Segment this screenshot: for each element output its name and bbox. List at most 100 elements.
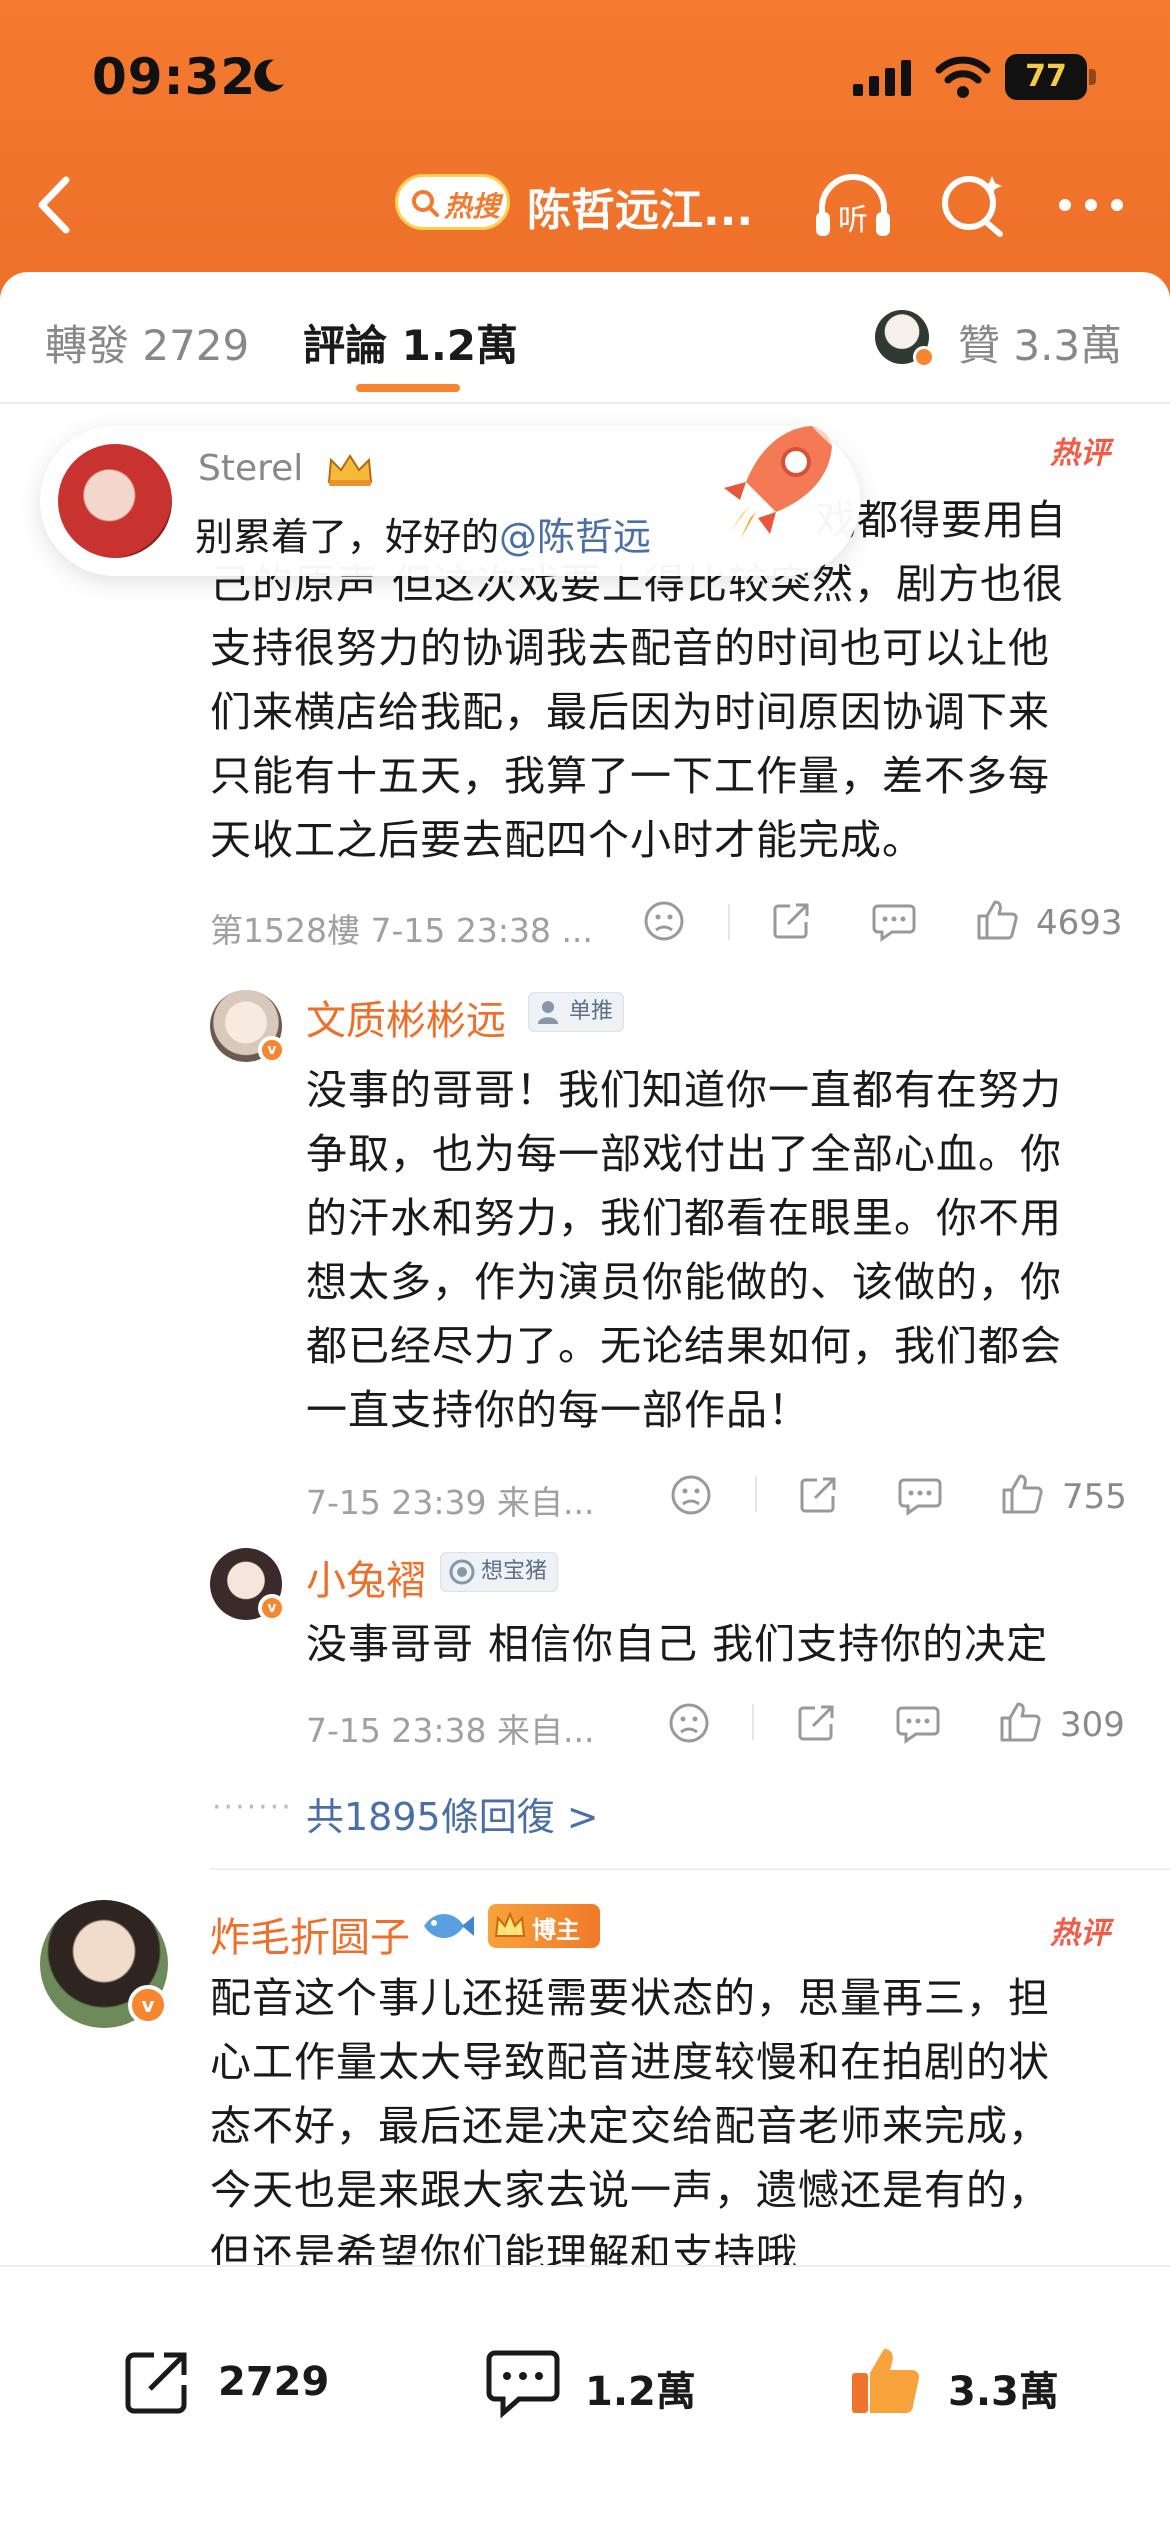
headphones-icon[interactable]: 听 (812, 168, 894, 244)
liker-avatar[interactable] (875, 310, 935, 368)
repost-button[interactable]: 2729 (120, 2347, 350, 2417)
comment-icon[interactable] (898, 1476, 942, 1516)
wifi-icon (935, 56, 991, 98)
top-header: 09:32 77 热搜 陈哲远江... 听 (0, 0, 1170, 300)
fan-tag-chip[interactable]: 单推 (528, 992, 625, 1032)
reply-meta: 7-15 23:39 来自... (306, 1483, 595, 1522)
like-count: 3.3萬 (948, 2369, 1059, 2415)
repost-count: 2729 (218, 2359, 330, 2405)
search-icon[interactable] (938, 170, 1008, 240)
back-arrow-icon[interactable] (32, 172, 82, 238)
verified-badge-icon: v (258, 1594, 286, 1622)
dislike-face-icon[interactable] (670, 1474, 712, 1516)
rocket-icon (724, 426, 832, 540)
comment-text-line: 天收工之后要去配四个小时才能完成。 (210, 816, 924, 864)
popup-username-text: Sterel (198, 448, 304, 489)
search-icon (412, 190, 439, 217)
hot-comment-tag: 热评 (1050, 1916, 1110, 1951)
fan-tag-chip[interactable]: 想宝猪 (440, 1552, 559, 1592)
battery-level: 77 (1005, 54, 1087, 100)
thumbs-up-icon[interactable] (998, 1700, 1042, 1744)
comment-icon[interactable] (896, 1704, 940, 1744)
view-all-replies-link[interactable]: 共1895條回復 > (306, 1786, 599, 1841)
battery-nub (1089, 69, 1096, 85)
share-icon[interactable] (795, 1702, 837, 1744)
dislike-face-icon[interactable] (668, 1702, 710, 1744)
avatar (58, 444, 172, 558)
comment-count: 1.2萬 (585, 2369, 696, 2415)
reply-text-line: 没事哥哥 相信你自己 我们支持你的决定 (306, 1620, 1049, 1668)
verified-badge-icon: v (258, 1036, 286, 1064)
fan-tag-label: 想宝猪 (481, 1559, 548, 1584)
verified-badge-icon: v (128, 1985, 168, 2025)
hot-comment-tag: 热评 (1050, 436, 1110, 471)
fish-icon (424, 1914, 474, 1938)
bottom-action-bar: 2729 1.2萬 3.3萬 (0, 2265, 1170, 2532)
thumbs-up-icon (852, 2349, 920, 2413)
comment-username[interactable]: 炸毛折圆子 (210, 1905, 410, 1963)
reply-thread-dots: ······· (212, 1790, 293, 1825)
badge-icon (449, 1559, 475, 1585)
popup-text: 别累着了，好好的@陈哲远 (195, 506, 651, 561)
comment-tabs: 轉發 2729 評論 1.2萬 贊 3.3萬 (0, 272, 1170, 404)
reply-meta: 7-15 23:38 来自... (306, 1711, 595, 1750)
blogger-badge-label: 博主 (532, 1916, 580, 1944)
hot-search-label: 热搜 (444, 190, 501, 223)
battery-indicator: 77 (1005, 54, 1097, 100)
popup-message: 别累着了，好好的 (195, 515, 500, 559)
like-count: 4693 (1036, 903, 1123, 943)
tab-comments[interactable]: 評論 1.2萬 (303, 312, 518, 373)
fan-tag-label: 单推 (569, 999, 614, 1024)
comment-icon (486, 2350, 560, 2419)
share-icon[interactable] (797, 1474, 839, 1516)
share-icon (125, 2352, 187, 2414)
tab-repost[interactable]: 轉發 2729 (45, 312, 249, 373)
cellular-signal-icon (853, 60, 911, 96)
like-button[interactable]: 3.3萬 (848, 2347, 1088, 2417)
mention-link[interactable]: @陈哲远 (499, 515, 651, 559)
comment-icon[interactable] (872, 902, 916, 942)
verified-badge-icon (913, 346, 935, 368)
listen-label: 听 (838, 203, 868, 238)
crown-badge-icon (327, 454, 372, 486)
crown-icon (494, 1911, 526, 1937)
reply-text-line: 的汗水和努力，我们都看在眼里。你不用 (306, 1194, 1062, 1242)
reply-text-line: 都已经尽力了。无论结果如何，我们都会 (306, 1322, 1062, 1370)
more-options-icon[interactable] (1058, 198, 1124, 212)
reply-text-line: 没事的哥哥！我们知道你一直都有在努力 (306, 1066, 1062, 1114)
comment-text-line: 支持很努力的协调我去配音的时间也可以让他 (210, 624, 1050, 672)
reply-text-line: 想太多，作为演员你能做的、该做的，你 (306, 1258, 1062, 1306)
blogger-badge: 博主 (488, 1904, 600, 1948)
active-tab-indicator (356, 384, 460, 392)
comment-text-line: 们来横店给我配，最后因为时间原因协调下来 (210, 688, 1050, 736)
hot-search-badge[interactable]: 热搜 (395, 174, 510, 230)
comment-text-line: 心工作量太大导致配音进度较慢和在拍剧的状 (210, 2038, 1050, 2086)
reply-text-line: 争取，也为每一部戏付出了全部心血。你 (306, 1130, 1062, 1178)
reply-text-line: 一直支持你的每一部作品！ (306, 1386, 810, 1434)
comment-text-line: 态不好，最后还是决定交给配音老师来完成， (210, 2102, 1050, 2150)
nav-row: 热搜 陈哲远江... 听 (0, 160, 1170, 250)
divider (752, 1704, 754, 1740)
thumbs-up-icon[interactable] (975, 898, 1019, 942)
person-icon (538, 1001, 558, 1024)
comment-text-line: 今天也是来跟大家去说一声，遗憾还是有的， (210, 2166, 1050, 2214)
status-time: 09:32 (92, 48, 257, 106)
like-count: 755 (1062, 1477, 1127, 1517)
thumbs-up-icon[interactable] (1000, 1472, 1044, 1516)
comment-text-line: 配音这个事儿还挺需要状态的，思量再三，担 (210, 1974, 1050, 2022)
popup-username: Sterel (198, 448, 377, 490)
dislike-face-icon[interactable] (643, 900, 685, 942)
tab-likes[interactable]: 贊 3.3萬 (958, 312, 1122, 373)
status-bar: 09:32 77 (0, 0, 1170, 150)
share-icon[interactable] (770, 900, 812, 942)
comment-divider (210, 1868, 1170, 1870)
comment-text-line: 只能有十五天，我算了一下工作量，差不多每 (210, 752, 1050, 800)
comment-button[interactable]: 1.2萬 (485, 2347, 715, 2419)
reply-username[interactable]: 小兔褶 (306, 1548, 426, 1606)
comment-meta: 第1528樓 7-15 23:38 ... (210, 911, 593, 950)
reply-username[interactable]: 文质彬彬远 (306, 988, 506, 1046)
divider (755, 1476, 757, 1512)
divider (728, 904, 730, 940)
moon-icon (254, 59, 284, 92)
page-title: 陈哲远江... (527, 185, 754, 236)
